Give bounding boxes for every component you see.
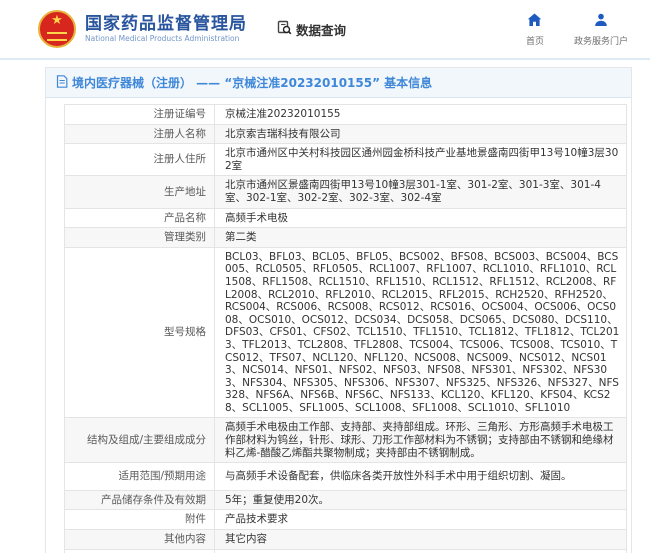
field-label: 附件 [65, 510, 215, 530]
field-label: 其他内容 [65, 530, 215, 550]
document-search-icon [277, 20, 296, 38]
field-value: 其它内容 [215, 530, 627, 550]
agency-name-cn: 国家药品监督管理局 [85, 14, 247, 34]
breadcrumb: 境内医疗器械（注册） —— “京械注准20232010155” 基本信息 [46, 68, 631, 98]
agency-name-en: National Medical Products Administration [85, 34, 247, 44]
person-icon [594, 12, 608, 31]
table-row-intended-use: 适用范围/预期用途 与高频手术设备配套，供临床各类开放性外科手术中用于组织切割、… [65, 463, 627, 491]
field-label: 结构及组成/主要组成成分 [65, 418, 215, 463]
field-label: 注册证编号 [65, 105, 215, 125]
field-label: 生产地址 [65, 176, 215, 208]
nav-home-label: 首页 [526, 34, 544, 47]
field-value: BCL03、BFL03、BCL05、BFL05、BCS002、BFS08、BCS… [215, 247, 627, 418]
table-row-registrant-address: 注册人住所 北京市通州区中关村科技园区通州园金桥科技产业基地景盛南四街甲13号1… [65, 144, 627, 176]
home-icon [527, 12, 542, 31]
field-label: 管理类别 [65, 228, 215, 248]
table-row-product-name: 产品名称 高频手术电极 [65, 208, 627, 228]
table-row-model-specs: 型号规格 BCL03、BFL03、BCL05、BFL05、BCS002、BFS0… [65, 247, 627, 418]
nav-portal[interactable]: 政务服务门户 [574, 12, 628, 47]
table-row-storage-validity: 产品储存条件及有效期 5年；重复使用20次。 [65, 490, 627, 510]
nav-portal-label: 政务服务门户 [574, 34, 628, 47]
field-value: 京械注准20232010155 [215, 105, 627, 125]
nav-home[interactable]: 首页 [526, 12, 544, 47]
field-label: 产品名称 [65, 208, 215, 228]
emblem-gate-icon [47, 32, 67, 41]
field-value: 与高频手术设备配套，供临床各类开放性外科手术中用于组织切割、凝固。 [215, 463, 627, 491]
field-label: 产品储存条件及有效期 [65, 490, 215, 510]
table-row-attachment: 附件 产品技术要求 [65, 510, 627, 530]
page-title: 境内医疗器械（注册） —— “京械注准20232010155” 基本信息 [72, 74, 432, 91]
field-label: 适用范围/预期用途 [65, 463, 215, 491]
table-row-reg-number: 注册证编号 京械注准20232010155 [65, 105, 627, 125]
document-icon [56, 73, 72, 92]
agency-title-block: 国家药品监督管理局 National Medical Products Admi… [85, 14, 247, 44]
table-row-structure-composition: 结构及组成/主要组成成分 高频手术电极由工作部、支持部、夹持部组成。环形、三角形… [65, 418, 627, 463]
field-value: 北京市通州区中关村科技园区通州园金桥科技产业基地景盛南四街甲13号10幢3层30… [215, 144, 627, 176]
field-value: 第二类 [215, 228, 627, 248]
field-value [215, 549, 627, 553]
national-emblem-logo: ★ [38, 10, 76, 48]
field-label: 型号规格 [65, 247, 215, 418]
field-value: 高频手术电极由工作部、支持部、夹持部组成。环形、三角形、方形高频手术电极工作部材… [215, 418, 627, 463]
emblem-star-icon: ★ [40, 14, 74, 28]
field-value: 5年；重复使用20次。 [215, 490, 627, 510]
table-row-management-category: 管理类别 第二类 [65, 228, 627, 248]
field-value: 高频手术电极 [215, 208, 627, 228]
field-label: 注册人名称 [65, 124, 215, 144]
field-label: 注册人住所 [65, 144, 215, 176]
registration-info-table: 注册证编号 京械注准20232010155 注册人名称 北京索吉瑞科技有限公司 … [64, 104, 627, 553]
field-label: 备注 [65, 549, 215, 553]
table-row-other-content: 其他内容 其它内容 [65, 530, 627, 550]
data-query-label: 数据查询 [296, 20, 346, 39]
field-value: 北京索吉瑞科技有限公司 [215, 124, 627, 144]
content-card: 境内医疗器械（注册） —— “京械注准20232010155” 基本信息 注册证… [45, 67, 632, 553]
field-value: 产品技术要求 [215, 510, 627, 530]
table-row-production-address: 生产地址 北京市通州区景盛南四街甲13号10幢3层301-1室、301-2室、3… [65, 176, 627, 208]
data-query-nav[interactable]: 数据查询 [277, 20, 346, 39]
site-header: ★ 国家药品监督管理局 National Medical Products Ad… [0, 0, 650, 60]
table-row-registrant-name: 注册人名称 北京索吉瑞科技有限公司 [65, 124, 627, 144]
table-row-remarks: 备注 [65, 549, 627, 553]
field-value: 北京市通州区景盛南四街甲13号10幢3层301-1室、301-2室、301-3室… [215, 176, 627, 208]
